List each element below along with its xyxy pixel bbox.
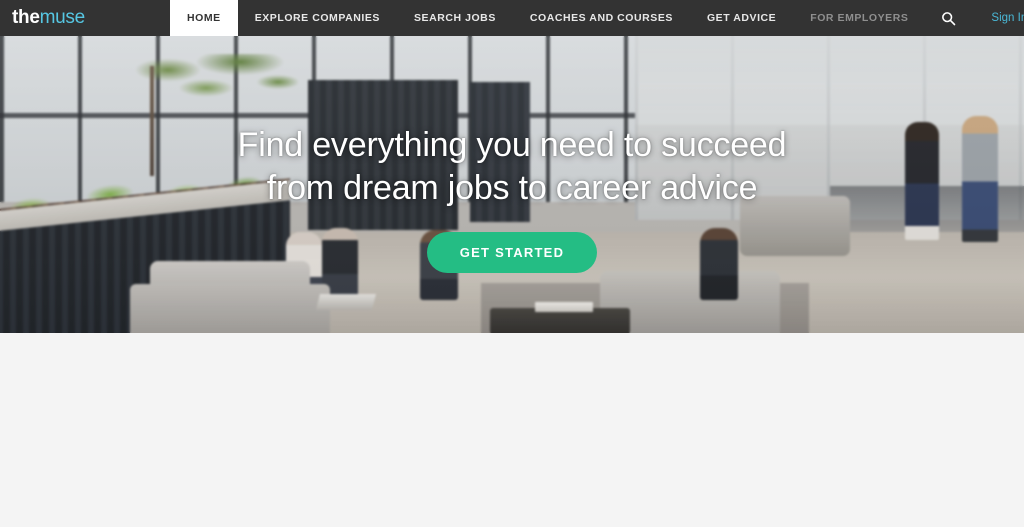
primary-nav-items: HOME EXPLORE COMPANIES SEARCH JOBS COACH… bbox=[170, 0, 925, 36]
nav-item-get-advice[interactable]: GET ADVICE bbox=[690, 0, 793, 36]
logo-text-muse: muse bbox=[39, 7, 86, 28]
site-logo[interactable]: the muse bbox=[0, 0, 170, 36]
nav-item-coaches-and-courses[interactable]: COACHES AND COURSES bbox=[513, 0, 690, 36]
hero-headline-line-1: Find everything you need to succeed bbox=[237, 126, 787, 164]
nav-item-for-employers[interactable]: FOR EMPLOYERS bbox=[793, 0, 925, 36]
sign-in-button[interactable]: Sign In bbox=[971, 0, 1024, 36]
nav-item-explore-companies[interactable]: EXPLORE COMPANIES bbox=[238, 0, 397, 36]
hero-headline-line-2: from dream jobs to career advice bbox=[266, 169, 758, 208]
get-started-button[interactable]: GET STARTED bbox=[426, 232, 598, 274]
hero-content: Find everything you need to succeed from… bbox=[0, 124, 1024, 274]
logo-text-the: the bbox=[12, 7, 40, 28]
nav-right-actions: Sign In Sign Up bbox=[925, 0, 1024, 36]
hero-headline: Find everything you need to succeed from… bbox=[0, 124, 1024, 210]
main-content-section: Explore Companies Explore Companies Brow… bbox=[0, 333, 1024, 527]
search-icon[interactable] bbox=[925, 0, 971, 36]
hero-section: Find everything you need to succeed from… bbox=[0, 36, 1024, 333]
nav-item-search-jobs[interactable]: SEARCH JOBS bbox=[397, 0, 513, 36]
top-navigation-bar: the muse HOME EXPLORE COMPANIES SEARCH JO… bbox=[0, 0, 1024, 36]
nav-item-home[interactable]: HOME bbox=[170, 0, 238, 36]
